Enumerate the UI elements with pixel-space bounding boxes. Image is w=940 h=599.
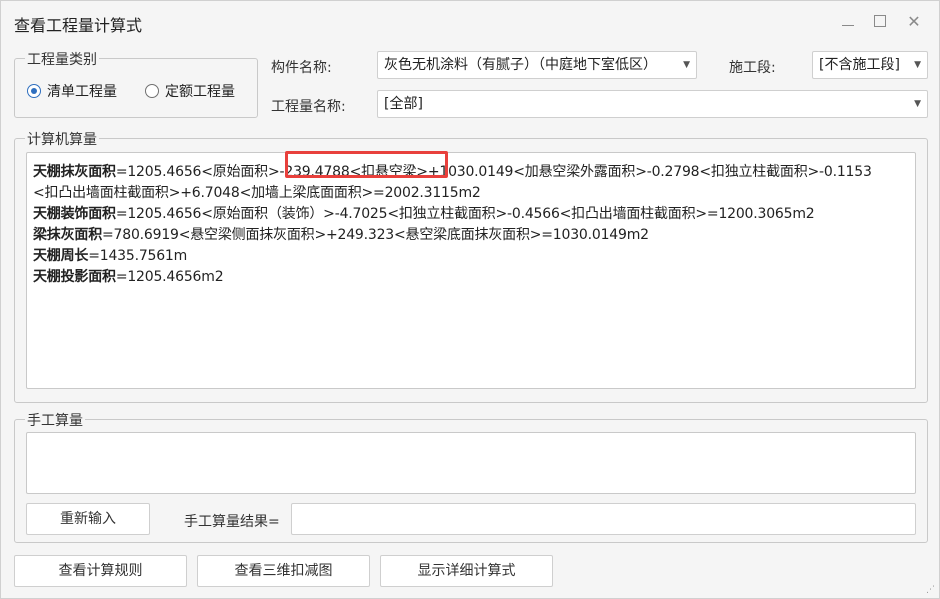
view-3d-button[interactable]: 查看三维扣减图 xyxy=(197,555,370,587)
phase-value: [不含施工段] xyxy=(819,57,900,73)
calc-line-body: =1205.4656<原始面积>-239.4788<扣悬空梁>+1030.014… xyxy=(115,164,872,180)
radio-bill-quantity[interactable]: 清单工程量 xyxy=(27,81,117,101)
chevron-down-icon: ▼ xyxy=(914,60,921,70)
component-name-value: 灰色无机涂料（有腻子）（中庭地下室低区） xyxy=(384,57,657,73)
resize-grip-icon[interactable]: ⋰ xyxy=(926,585,936,595)
view-rules-button[interactable]: 查看计算规则 xyxy=(14,555,187,587)
maximize-icon xyxy=(874,15,886,27)
window-title: 查看工程量计算式 xyxy=(14,16,143,35)
calc-line-body: <扣凸出墙面柱截面积>+6.7048<加墙上梁底面面积>=2002.3115m2 xyxy=(33,185,481,201)
quantity-name-value: [全部] xyxy=(384,96,423,112)
calc-line: 天棚抹灰面积=1205.4656<原始面积>-239.4788<扣悬空梁>+10… xyxy=(33,161,872,181)
quantity-type-legend: 工程量类别 xyxy=(25,49,99,69)
minimize-button[interactable] xyxy=(837,11,859,33)
radio-quota-quantity-label: 定额工程量 xyxy=(165,84,235,100)
calc-line: 天棚投影面积=1205.4656m2 xyxy=(33,266,224,286)
maximize-button[interactable] xyxy=(869,11,891,33)
phase-select[interactable]: [不含施工段] ▼ xyxy=(812,51,928,79)
calc-line-head: 天棚装饰面积 xyxy=(33,206,116,222)
computer-calc-text[interactable]: 天棚抹灰面积=1205.4656<原始面积>-239.4788<扣悬空梁>+10… xyxy=(26,152,916,389)
radio-bill-quantity-label: 清单工程量 xyxy=(47,84,117,100)
manual-result-field[interactable] xyxy=(291,503,916,535)
calc-formula-dialog: 查看工程量计算式 ✕ 工程量类别 清单工程量 定额工程量 构件名称: 灰色无机涂… xyxy=(0,0,940,599)
calc-line-body: =1205.4656m2 xyxy=(115,269,224,285)
manual-calc-legend: 手工算量 xyxy=(25,410,85,430)
close-icon: ✕ xyxy=(907,12,921,31)
title-bar: 查看工程量计算式 ✕ xyxy=(1,1,939,45)
manual-result-label: 手工算量结果= xyxy=(184,514,280,530)
calc-line-head: 天棚抹灰面积 xyxy=(33,164,116,180)
calc-line: 天棚周长=1435.7561m xyxy=(33,245,187,265)
reenter-button[interactable]: 重新输入 xyxy=(26,503,150,535)
quantity-type-group: 工程量类别 清单工程量 定额工程量 xyxy=(14,49,258,118)
computer-calc-legend: 计算机算量 xyxy=(25,129,99,149)
quantity-name-label: 工程量名称: xyxy=(271,99,346,115)
chevron-down-icon: ▼ xyxy=(914,99,921,109)
phase-label: 施工段: xyxy=(729,60,776,76)
component-name-select[interactable]: 灰色无机涂料（有腻子）（中庭地下室低区） ▼ xyxy=(377,51,697,79)
radio-quota-quantity[interactable]: 定额工程量 xyxy=(145,81,235,101)
component-name-label: 构件名称: xyxy=(271,60,332,76)
calc-line: <扣凸出墙面柱截面积>+6.7048<加墙上梁底面面积>=2002.3115m2 xyxy=(33,182,481,202)
calc-line-body: =1435.7561m xyxy=(88,248,188,264)
close-button[interactable]: ✕ xyxy=(903,11,925,33)
calc-line-head: 天棚投影面积 xyxy=(33,269,116,285)
radio-selected-icon xyxy=(27,84,41,98)
manual-calc-input[interactable] xyxy=(26,432,916,494)
calc-line-body: =780.6919<悬空梁侧面抹灰面积>+249.323<悬空梁底面抹灰面积>=… xyxy=(102,227,649,243)
minimize-icon xyxy=(842,25,854,26)
calc-line: 梁抹灰面积=780.6919<悬空梁侧面抹灰面积>+249.323<悬空梁底面抹… xyxy=(33,224,649,244)
quantity-name-select[interactable]: [全部] ▼ xyxy=(377,90,928,118)
radio-unselected-icon xyxy=(145,84,159,98)
chevron-down-icon: ▼ xyxy=(683,60,690,70)
show-detail-button[interactable]: 显示详细计算式 xyxy=(380,555,553,587)
calc-line-head: 天棚周长 xyxy=(33,248,89,264)
calc-line-head: 梁抹灰面积 xyxy=(33,227,102,243)
calc-line: 天棚装饰面积=1205.4656<原始面积（装饰）>-4.7025<扣独立柱截面… xyxy=(33,203,815,223)
calc-line-body: =1205.4656<原始面积（装饰）>-4.7025<扣独立柱截面积>-0.4… xyxy=(115,206,815,222)
